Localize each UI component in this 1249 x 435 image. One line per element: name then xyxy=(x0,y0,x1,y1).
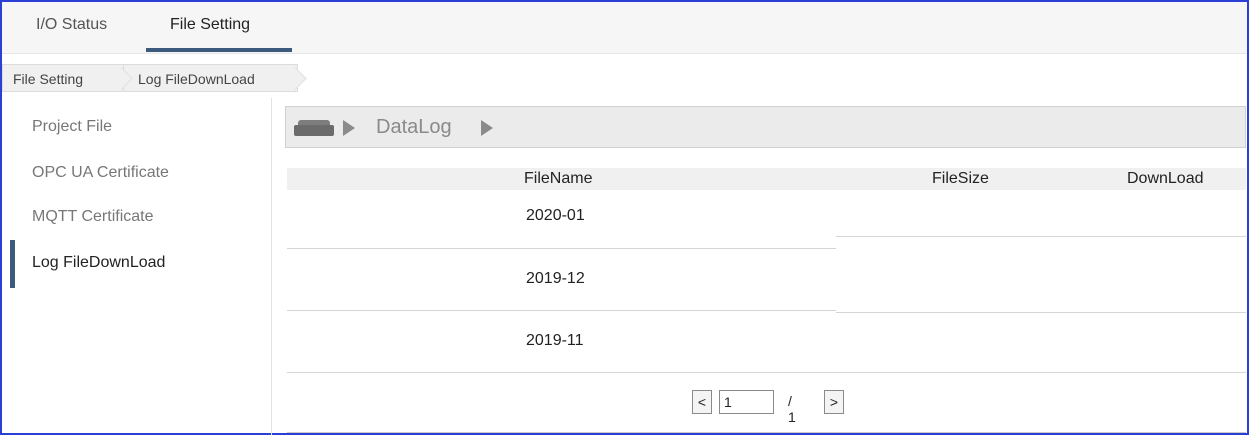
breadcrumb-item-file-setting[interactable]: File Setting xyxy=(2,64,124,92)
sidebar: Project File OPC UA Certificate MQTT Cer… xyxy=(2,98,272,435)
file-table-header: FileName FileSize DownLoad xyxy=(287,168,1246,190)
next-page-button[interactable]: > xyxy=(824,390,844,414)
row-divider xyxy=(836,312,1246,313)
page-total-label: / 1 xyxy=(788,393,796,425)
sidebar-item-log-filedownload[interactable]: Log FileDownLoad xyxy=(32,254,165,272)
table-row-filename[interactable]: 2020-01 xyxy=(526,207,585,225)
table-bottom-divider xyxy=(287,432,1246,433)
app-window: I/O Status File Setting Log FileDownLoad… xyxy=(0,0,1249,435)
row-divider xyxy=(287,248,836,249)
column-header-filesize: FileSize xyxy=(932,170,989,187)
sidebar-active-indicator xyxy=(10,240,15,288)
breadcrumb-item-log-filedownload[interactable]: Log FileDownLoad xyxy=(120,64,298,92)
sidebar-item-opc-ua-certificate[interactable]: OPC UA Certificate xyxy=(32,164,169,182)
column-header-filename: FileName xyxy=(524,170,593,187)
tab-file-setting[interactable]: File Setting xyxy=(170,16,250,34)
row-divider xyxy=(287,310,836,311)
path-separator-icon xyxy=(481,120,493,136)
sidebar-item-mqtt-certificate[interactable]: MQTT Certificate xyxy=(32,208,154,226)
active-tab-indicator xyxy=(146,48,292,52)
table-row-filename[interactable]: 2019-11 xyxy=(526,332,584,350)
column-header-download: DownLoad xyxy=(1127,170,1204,187)
path-folder-datalog[interactable]: DataLog xyxy=(376,116,452,139)
folder-path-bar: DataLog xyxy=(285,106,1246,148)
tab-io-status[interactable]: I/O Status xyxy=(36,16,107,34)
top-tab-bar: I/O Status File Setting xyxy=(2,2,1247,54)
table-row-filename[interactable]: 2019-12 xyxy=(526,270,585,288)
breadcrumb: Log FileDownLoad File Setting xyxy=(2,64,1247,92)
sidebar-item-project-file[interactable]: Project File xyxy=(32,118,112,136)
path-separator-icon xyxy=(343,120,355,136)
row-divider xyxy=(836,236,1246,237)
row-divider xyxy=(287,372,836,373)
row-divider xyxy=(836,372,1246,373)
drive-icon[interactable] xyxy=(294,120,334,136)
prev-page-button[interactable]: < xyxy=(692,390,712,414)
page-number-input[interactable] xyxy=(719,390,774,414)
